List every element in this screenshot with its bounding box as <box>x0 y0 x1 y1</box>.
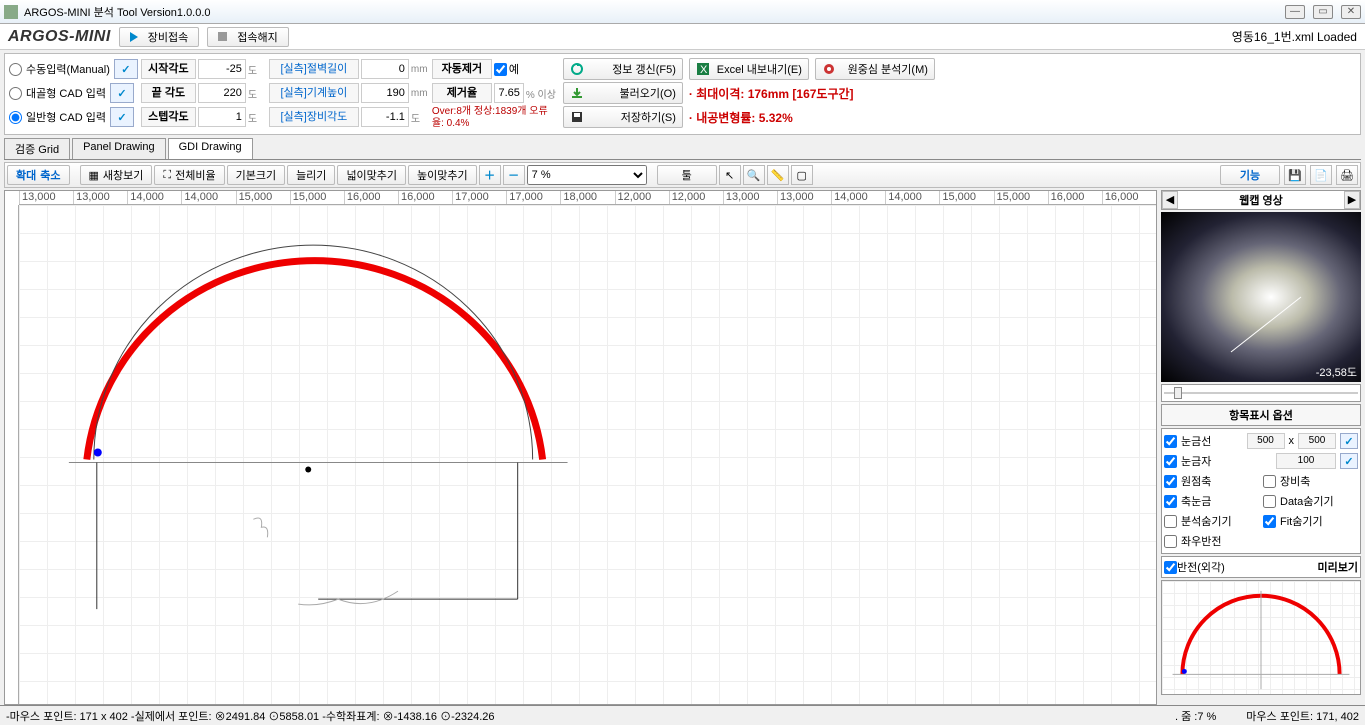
webcam-slider[interactable] <box>1161 384 1361 402</box>
excel-button[interactable]: XExcel 내보내기(E) <box>689 58 809 80</box>
normal-check[interactable]: ✓ <box>110 107 134 127</box>
plus-button[interactable]: ＋ <box>479 165 501 185</box>
step-angle-label: 스텝각도 <box>141 107 196 127</box>
window-title: ARGOS-MINI 분석 Tool Version1.0.0.0 <box>24 4 211 20</box>
step-angle-value[interactable]: 1 <box>198 107 246 127</box>
close-button[interactable]: ✕ <box>1341 5 1361 19</box>
grid-check[interactable] <box>1164 435 1177 448</box>
manual-radio[interactable] <box>9 63 22 76</box>
webcam-next[interactable]: ▶ <box>1344 191 1360 209</box>
fit-all-button[interactable]: ⛶ 전체비율 <box>154 165 224 185</box>
save-button[interactable]: 저장하기(S) <box>563 106 683 128</box>
normal-radio[interactable] <box>9 111 22 124</box>
fit-width-button[interactable]: 넓이맞추기 <box>337 165 406 185</box>
anal-hide-check[interactable] <box>1164 515 1177 528</box>
auto-remove-label: 자동제거 <box>432 59 492 79</box>
machine-height-value[interactable]: 190 <box>361 83 409 103</box>
target-icon <box>822 62 836 76</box>
excel-icon: X <box>696 62 710 76</box>
equip-angle-value[interactable]: -1.1 <box>361 107 409 127</box>
function-button[interactable]: 기능 <box>1220 165 1280 185</box>
tab-grid[interactable]: 검증 Grid <box>4 138 70 159</box>
tool-label: 툴 <box>657 165 717 185</box>
webcam-line <box>1161 212 1365 362</box>
minus-button[interactable]: － <box>503 165 525 185</box>
start-angle-value[interactable]: -25 <box>198 59 246 79</box>
tab-panel[interactable]: Panel Drawing <box>72 138 166 159</box>
refresh-button[interactable]: 정보 갱신(F5) <box>563 58 683 80</box>
ruler-vertical <box>5 205 19 704</box>
logo: ARGOS-MINI <box>8 28 111 46</box>
webcam-prev[interactable]: ◀ <box>1162 191 1178 209</box>
status-left: -마우스 포인트: 171 x 402 -실제에서 포인트: ⊗2491.84 … <box>6 708 495 724</box>
rect-tool[interactable]: ▢ <box>791 165 813 185</box>
save-icon <box>570 110 584 124</box>
status-zoom: . 줌 :7 % <box>1175 708 1216 724</box>
tunnel-arc <box>19 205 1156 704</box>
display-opts-title: 항목표시 옵션 <box>1161 404 1361 426</box>
mirror-check[interactable] <box>1164 535 1177 548</box>
grid-apply[interactable]: ✓ <box>1340 433 1358 449</box>
floppy-icon-button[interactable]: 💾 <box>1284 165 1306 185</box>
over-info-1: Over:8개 정상:1839개 오류 <box>432 106 560 118</box>
manual-check[interactable]: ✓ <box>114 59 138 79</box>
deform-info: · 내공변형률: 5.32% <box>689 109 793 126</box>
app-icon <box>4 5 18 19</box>
ruler-apply[interactable]: ✓ <box>1340 453 1358 469</box>
webcam-title: 웹캡 영상 <box>1178 192 1344 208</box>
play-icon <box>130 32 138 42</box>
zoom-select[interactable]: 7 % <box>527 165 647 185</box>
minimize-button[interactable]: — <box>1285 5 1305 19</box>
skeleton-radio[interactable] <box>9 87 22 100</box>
ruler-check[interactable] <box>1164 455 1177 468</box>
fit-height-button[interactable]: 높이맞추기 <box>408 165 477 185</box>
drawing-canvas[interactable]: 13,00013,00014,00014,00015,00015,00016,0… <box>4 190 1157 705</box>
start-angle-label: 시작각도 <box>141 59 196 79</box>
end-angle-label: 끝 각도 <box>141 83 196 103</box>
load-button[interactable]: 불러오기(O) <box>563 82 683 104</box>
orig-axis-check[interactable] <box>1164 475 1177 488</box>
preview-canvas[interactable] <box>1161 580 1361 695</box>
fit-hide-check[interactable] <box>1263 515 1276 528</box>
preview-label: 미리보기 <box>1318 559 1358 575</box>
doc-icon-button[interactable]: 📄 <box>1310 165 1332 185</box>
connect-button[interactable]: 장비접속 <box>119 27 199 47</box>
print-icon-button[interactable]: 🖨 <box>1336 165 1358 185</box>
invert-check[interactable] <box>1164 561 1177 574</box>
svg-text:X: X <box>700 64 708 76</box>
zoom-in-button[interactable]: 확대 축소 <box>7 165 70 185</box>
equip-angle-label: [실측]장비각도 <box>269 107 359 127</box>
wall-length-label: [실측]절벽길이 <box>269 59 359 79</box>
wall-length-value[interactable]: 0 <box>361 59 409 79</box>
tab-gdi[interactable]: GDI Drawing <box>168 138 253 159</box>
over-info-2: 율: 0.4% <box>432 118 560 130</box>
equip-axis-check[interactable] <box>1263 475 1276 488</box>
download-icon <box>570 86 584 100</box>
end-angle-value[interactable]: 220 <box>198 83 246 103</box>
disconnect-button[interactable]: 접속해지 <box>207 27 288 47</box>
data-hide-check[interactable] <box>1263 495 1276 508</box>
magnify-tool[interactable]: 🔍 <box>743 165 765 185</box>
stop-icon <box>218 32 227 41</box>
removal-rate-value[interactable]: 7.65 <box>494 83 524 103</box>
axis-grid-check[interactable] <box>1164 495 1177 508</box>
auto-remove-check[interactable] <box>494 63 507 76</box>
ruler-horizontal: 13,00013,00014,00014,00015,00015,00016,0… <box>19 191 1156 205</box>
loaded-status: 영동16_1번.xml Loaded <box>1232 28 1357 45</box>
widen-button[interactable]: 늘리기 <box>287 165 335 185</box>
skeleton-check[interactable]: ✓ <box>110 83 134 103</box>
removal-rate-label: 제거율 <box>432 83 492 103</box>
webcam-view: -23,58도 <box>1161 212 1361 382</box>
machine-height-label: [실측]기계높이 <box>269 83 359 103</box>
pointer-tool[interactable]: ↖ <box>719 165 741 185</box>
refresh-icon <box>570 62 584 76</box>
analyze-button[interactable]: 원중심 분석기(M) <box>815 58 935 80</box>
max-gap-info: · 최대이격: 176mm [167도구간] <box>689 85 854 102</box>
webcam-angle: -23,58도 <box>1316 364 1357 380</box>
new-window-button[interactable]: ▦ 새창보기 <box>80 165 153 185</box>
maximize-button[interactable]: ▭ <box>1313 5 1333 19</box>
status-mouse: 마우스 포인트: 171, 402 <box>1246 708 1359 724</box>
ruler-tool[interactable]: 📏 <box>767 165 789 185</box>
default-size-button[interactable]: 기본크기 <box>227 165 285 185</box>
